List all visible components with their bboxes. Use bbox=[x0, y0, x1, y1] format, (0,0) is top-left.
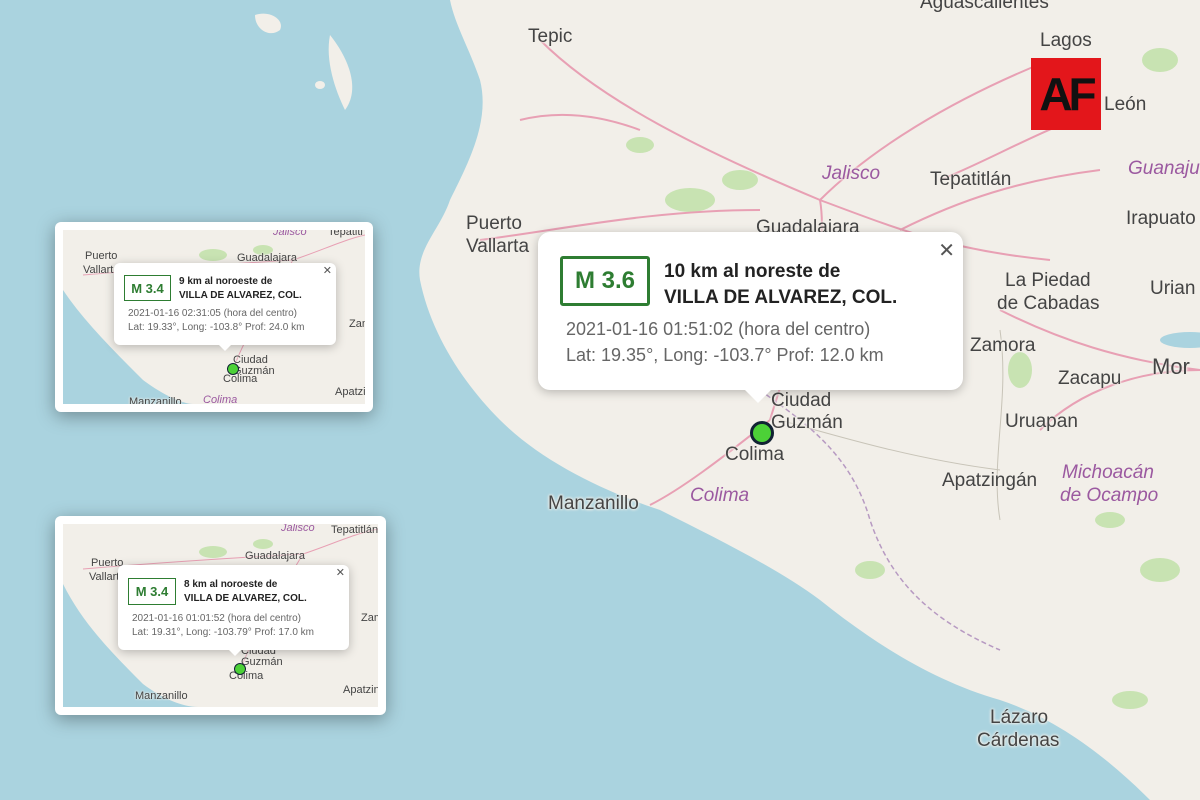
inset-map-1: Jalisco Tepatitl Puerto Vallart Guadalaj… bbox=[55, 222, 373, 412]
inset2-close-icon[interactable]: ✕ bbox=[336, 566, 345, 579]
inset2-popup-coords: Lat: 19.31°, Long: -103.79° Prof: 17.0 k… bbox=[132, 627, 315, 638]
af-logo: AF bbox=[1031, 58, 1101, 130]
map-label-morelia: Mor bbox=[1152, 354, 1190, 379]
inset-map-2-canvas[interactable]: Jalisco Tepatitlán Puerto Vallart Guadal… bbox=[63, 524, 378, 707]
epicenter-marker[interactable] bbox=[750, 421, 774, 445]
inset1-label-manzanillo: Manzanillo bbox=[129, 396, 182, 404]
inset1-label-tepatitlan: Tepatitl bbox=[328, 230, 363, 238]
inset2-label-guadalajara: Guadalajara bbox=[245, 550, 305, 562]
inset1-popup-title-line1: 9 km al noroeste de bbox=[179, 276, 273, 287]
inset2-label-jalisco: Jalisco bbox=[281, 524, 315, 534]
map-label-zamora: Zamora bbox=[970, 335, 1036, 356]
inset2-label-vallarta: Vallart bbox=[89, 571, 120, 583]
map-label-leon: León bbox=[1104, 94, 1147, 115]
inset2-label-tepatitlan: Tepatitlán bbox=[331, 524, 378, 536]
inset-map-2: Jalisco Tepatitlán Puerto Vallart Guadal… bbox=[55, 516, 386, 715]
close-icon[interactable]: ✕ bbox=[938, 238, 955, 262]
map-label-aguascalientes: Aguascalientes bbox=[920, 0, 1049, 13]
inset2-popup-tip bbox=[228, 649, 242, 656]
inset2-label-guzman: Guzmán bbox=[241, 656, 283, 668]
map-label-lazaro: Lázaro bbox=[990, 707, 1049, 728]
inset2-popup: ✕ M 3.4 8 km al noroeste de VILLA DE ALV… bbox=[118, 565, 349, 656]
inset1-label-colima: Colima bbox=[223, 373, 258, 385]
inset-map-1-canvas[interactable]: Jalisco Tepatitl Puerto Vallart Guadalaj… bbox=[63, 230, 365, 404]
map-label-guanajuato: Guanaju bbox=[1128, 158, 1200, 179]
inset1-popup: ✕ M 3.4 9 km al noroeste de VILLA DE ALV… bbox=[114, 263, 336, 351]
earthquake-popup: ✕ M 3.6 10 km al noreste de VILLA DE ALV… bbox=[538, 232, 963, 403]
inset1-popup-coords: Lat: 19.33°, Long: -103.8° Prof: 24.0 km bbox=[128, 322, 305, 333]
magnitude-badge: M 3.6 bbox=[560, 256, 650, 306]
map-label-de-cabadas: de Cabadas bbox=[997, 293, 1100, 314]
map-label-apatzingan: Apatzingán bbox=[942, 470, 1038, 491]
map-label-cardenas: Cárdenas bbox=[977, 730, 1060, 751]
popup-datetime: 2021-01-16 01:51:02 (hora del centro) bbox=[566, 319, 871, 339]
popup-tip bbox=[744, 389, 772, 403]
popup-title-line2: VILLA DE ALVAREZ, COL. bbox=[664, 287, 898, 308]
map-label-michoacan: Michoacán bbox=[1062, 462, 1154, 483]
inset2-popup-title-line1: 8 km al noroeste de bbox=[184, 579, 278, 590]
map-label-urian: Urian bbox=[1150, 278, 1196, 299]
inset2-label-manzanillo: Manzanillo bbox=[135, 690, 188, 702]
inset1-epicenter-marker[interactable] bbox=[227, 363, 239, 375]
inset2-label-apatzin: Apatzin bbox=[343, 684, 378, 696]
map-label-tepic: Tepic bbox=[528, 26, 573, 47]
inset2-magnitude-badge: M 3.4 bbox=[128, 578, 176, 605]
inset1-label-colima-state: Colima bbox=[203, 394, 238, 404]
map-label-zacapu: Zacapu bbox=[1058, 368, 1122, 389]
inset1-label-puerto: Puerto bbox=[85, 250, 118, 262]
inset1-popup-tip bbox=[218, 344, 232, 351]
inset2-epicenter-marker[interactable] bbox=[234, 663, 246, 675]
inset1-popup-datetime: 2021-01-16 02:31:05 (hora del centro) bbox=[128, 308, 298, 319]
inset2-label-zam: Zam bbox=[361, 612, 378, 624]
inset1-close-icon[interactable]: ✕ bbox=[323, 264, 332, 277]
map-label-manzanillo: Manzanillo bbox=[548, 493, 639, 514]
inset2-popup-title-line2: VILLA DE ALVAREZ, COL. bbox=[184, 593, 307, 604]
inset1-label-zam: Zam bbox=[349, 318, 365, 330]
map-label-colima-city: Colima bbox=[725, 444, 785, 465]
map-label-de-ocampo: de Ocampo bbox=[1060, 485, 1159, 506]
inset1-label-apatzin: Apatzin bbox=[335, 386, 365, 398]
popup-coords: Lat: 19.35°, Long: -103.7° Prof: 12.0 km bbox=[566, 345, 884, 365]
popup-title-line1: 10 km al noreste de bbox=[664, 261, 841, 282]
map-label-puerto: Puerto bbox=[466, 213, 522, 234]
inset1-magnitude-badge: M 3.4 bbox=[124, 275, 171, 301]
map-label-tepatitlan: Tepatitlán bbox=[930, 169, 1012, 190]
map-label-jalisco: Jalisco bbox=[822, 163, 881, 184]
island bbox=[315, 81, 325, 89]
inset1-label-jalisco: Jalisco bbox=[273, 230, 307, 238]
map-label-la-piedad: La Piedad bbox=[1005, 270, 1091, 291]
inset1-popup-title-line2: VILLA DE ALVAREZ, COL. bbox=[179, 290, 302, 301]
map-label-irapuato: Irapuato bbox=[1126, 208, 1196, 229]
inset2-popup-datetime: 2021-01-16 01:01:52 (hora del centro) bbox=[132, 613, 302, 624]
map-label-ciudad: Ciudad bbox=[771, 390, 832, 411]
map-label-lagos: Lagos bbox=[1040, 30, 1092, 51]
inset1-label-vallarta: Vallart bbox=[83, 264, 114, 276]
map-label-vallarta: Vallarta bbox=[466, 236, 530, 257]
map-label-uruapan: Uruapan bbox=[1005, 411, 1078, 432]
map-label-colima-state: Colima bbox=[690, 485, 750, 506]
map-label-guzman: Guzmán bbox=[771, 412, 843, 433]
